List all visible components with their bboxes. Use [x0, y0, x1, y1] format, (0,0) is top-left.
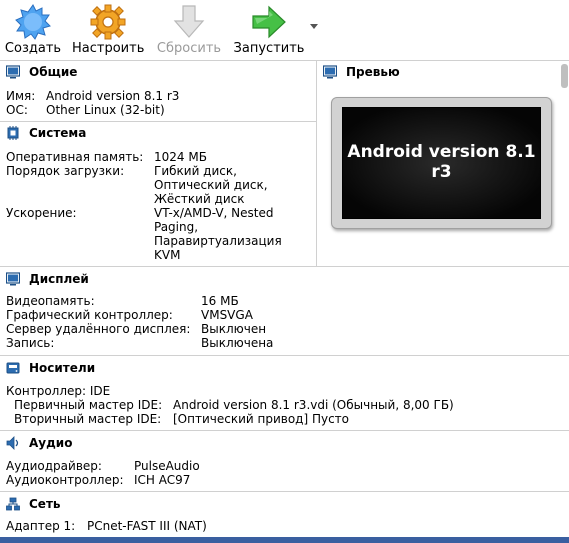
audio-title: Аудио [29, 436, 73, 450]
start-button[interactable]: Запустить [232, 2, 306, 58]
remote-display-value: Выключен [201, 322, 267, 336]
separator [0, 266, 569, 267]
toolbar: Создать Настроить Сбросить Запустить [0, 0, 569, 60]
ram-label: Оперативная память: [6, 150, 144, 164]
create-label: Создать [4, 41, 62, 56]
acceleration-label: Ускорение: [6, 206, 77, 220]
boot-order-label: Порядок загрузки: [6, 164, 125, 178]
separator [0, 491, 569, 492]
system-section: Система Оперативная память: 1024 МБ Поря… [0, 124, 316, 266]
boot-order-value: Гибкий диск, [154, 164, 237, 178]
new-vm-icon [15, 4, 51, 40]
audio-driver-label: Аудиодрайвер: [6, 459, 102, 473]
general-title: Общие [29, 65, 78, 79]
controller-line: Контроллер: IDE [6, 384, 111, 398]
storage-title: Носители [29, 361, 96, 375]
display-monitor-icon [6, 272, 20, 286]
vram-label: Видеопамять: [6, 294, 95, 308]
primary-master-value: Android version 8.1 r3.vdi (Обычный, 8,0… [173, 398, 454, 412]
settings-label: Настроить [72, 41, 145, 56]
network-icon [6, 497, 20, 511]
display-title: Дисплей [29, 272, 89, 286]
display-section: Дисплей Видеопамять: 16 МБ Графический к… [0, 270, 561, 355]
general-monitor-icon [6, 65, 20, 79]
recording-value: Выключена [201, 336, 274, 350]
adapter-label: Адаптер 1: [6, 519, 76, 533]
network-section: Сеть Адаптер 1: PCnet-FAST III (NAT) [0, 495, 561, 537]
name-value: Android version 8.1 r3 [46, 89, 180, 103]
separator [0, 430, 569, 431]
toolbar-divider [0, 60, 569, 61]
adapter-value: PCnet-FAST III (NAT) [87, 519, 207, 533]
acceleration-value: KVM [154, 248, 181, 262]
system-title: Система [29, 126, 87, 140]
audio-controller-label: Аудиоконтроллер: [6, 473, 124, 487]
separator [0, 121, 316, 122]
network-title: Сеть [29, 497, 61, 511]
remote-display-label: Сервер удалённого дисплея: [6, 322, 191, 336]
preview-screen-text: Android version 8.1 r3 [343, 142, 540, 182]
acceleration-value: Paging, [154, 220, 199, 234]
general-section: Общие Имя: Android version 8.1 r3 ОС: Ot… [0, 63, 316, 121]
separator [0, 355, 569, 356]
storage-section: Носители Контроллер: IDE Первичный масте… [0, 359, 561, 430]
start-label: Запустить [233, 41, 305, 56]
audio-driver-value: PulseAudio [134, 459, 200, 473]
scrollbar-thumb[interactable] [561, 64, 568, 88]
boot-order-value: Оптический диск, [154, 178, 268, 192]
speaker-icon [6, 436, 19, 450]
storage-disk-icon [6, 362, 20, 374]
preview-frame: Android version 8.1 r3 [331, 97, 552, 229]
settings-button[interactable]: Настроить [72, 2, 144, 58]
os-label: ОС: [6, 103, 28, 117]
graphics-controller-value: VMSVGA [201, 308, 253, 322]
start-dropdown-arrow-icon[interactable] [310, 24, 318, 29]
preview-monitor-icon [323, 65, 337, 79]
start-arrow-icon [252, 5, 286, 39]
boot-order-value: Жёсткий диск [154, 192, 245, 206]
preview-line-2: r3 [431, 162, 452, 182]
preview-screen: Android version 8.1 r3 [342, 107, 541, 219]
gear-icon [90, 4, 126, 40]
audio-section: Аудио Аудиодрайвер: PulseAudio Аудиоконт… [0, 434, 561, 491]
primary-master-label: Первичный мастер IDE: [14, 398, 163, 412]
ram-value: 1024 МБ [154, 150, 207, 164]
secondary-master-label: Вторичный мастер IDE: [14, 412, 162, 426]
acceleration-value: VT-x/AMD-V, Nested [154, 206, 274, 220]
create-button[interactable]: Создать [2, 2, 64, 58]
discard-label: Сбросить [156, 41, 222, 56]
vram-value: 16 МБ [201, 294, 239, 308]
preview-title: Превью [346, 65, 400, 79]
acceleration-value: Паравиртуализация [154, 234, 282, 248]
audio-controller-value: ICH AC97 [134, 473, 191, 487]
preview-line-1: Android version 8.1 [347, 142, 536, 162]
discard-arrow-icon [173, 5, 205, 38]
os-value: Other Linux (32-bit) [46, 103, 165, 117]
secondary-master-value: [Оптический привод] Пусто [173, 412, 350, 426]
discard-button[interactable]: Сбросить [154, 2, 224, 58]
recording-label: Запись: [6, 336, 55, 350]
graphics-controller-label: Графический контроллер: [6, 308, 173, 322]
window-bottom-edge [0, 537, 569, 543]
name-label: Имя: [6, 89, 36, 103]
system-chip-icon [7, 126, 19, 140]
